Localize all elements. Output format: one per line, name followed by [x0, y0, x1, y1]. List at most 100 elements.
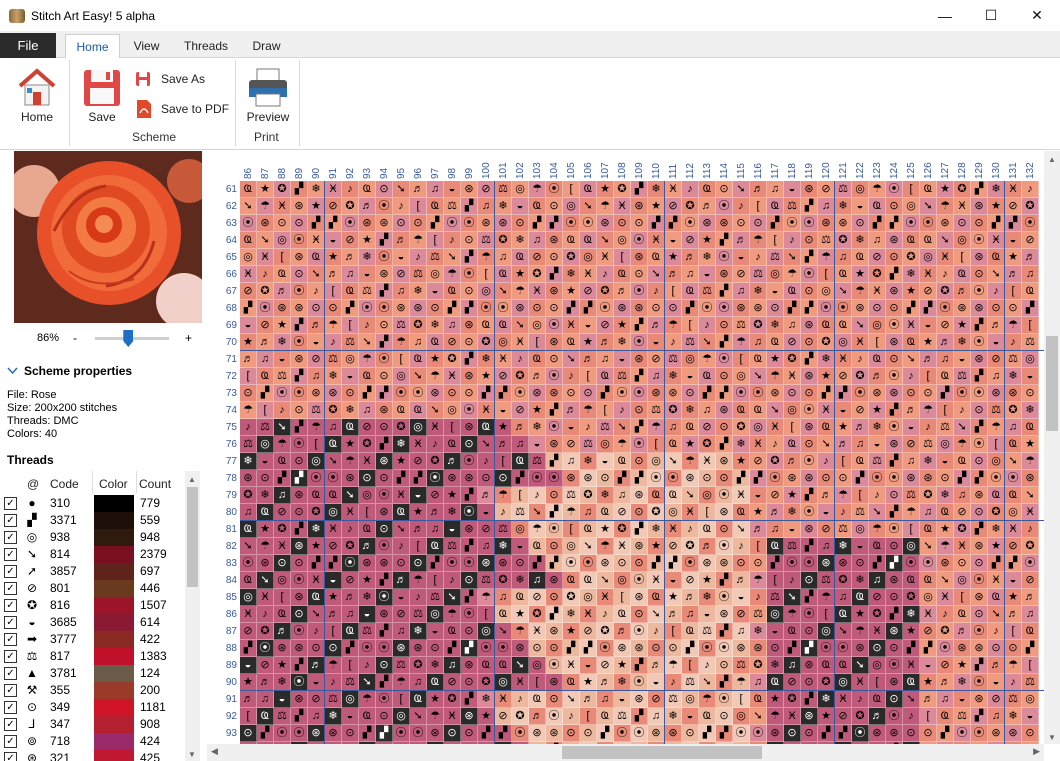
- stitch-cell[interactable]: ◒: [648, 674, 665, 691]
- stitch-cell[interactable]: ➘: [393, 181, 410, 198]
- stitch-cell[interactable]: ♬: [359, 538, 376, 555]
- stitch-cell[interactable]: [: [903, 181, 920, 198]
- stitch-cell[interactable]: ⦿: [682, 215, 699, 232]
- stitch-cell[interactable]: ♫: [869, 572, 886, 589]
- stitch-cell[interactable]: Ҩ: [308, 589, 325, 606]
- stitch-cell[interactable]: ⊙: [614, 215, 631, 232]
- stitch-cell[interactable]: ⚖: [359, 623, 376, 640]
- stitch-cell[interactable]: ⊙: [852, 555, 869, 572]
- stitch-cell[interactable]: ⊙: [954, 215, 971, 232]
- stitch-cell[interactable]: ⊛: [291, 691, 308, 708]
- stitch-cell[interactable]: ◒: [274, 691, 291, 708]
- stitch-cell[interactable]: ▞: [971, 419, 988, 436]
- stitch-cell[interactable]: ⦿: [665, 470, 682, 487]
- stitch-cell[interactable]: ⊘: [835, 368, 852, 385]
- stitch-cell[interactable]: ★: [903, 283, 920, 300]
- thread-row[interactable]: ✓ ⊛ 321 425: [0, 750, 185, 761]
- stitch-cell[interactable]: Ҩ: [563, 232, 580, 249]
- stitch-cell[interactable]: ⊛: [325, 725, 342, 742]
- stitch-cell[interactable]: ⊛: [461, 470, 478, 487]
- thread-row[interactable]: ✓ ● 310 779: [0, 495, 185, 512]
- stitch-cell[interactable]: ▞: [801, 691, 818, 708]
- stitch-cell[interactable]: ♫: [529, 232, 546, 249]
- stitch-cell[interactable]: Ӿ: [988, 232, 1005, 249]
- stitch-cell[interactable]: Ҩ: [274, 606, 291, 623]
- stitch-cell[interactable]: ☂: [699, 351, 716, 368]
- stitch-cell[interactable]: ⊛: [546, 674, 563, 691]
- stitch-cell[interactable]: ★: [920, 674, 937, 691]
- stitch-cell[interactable]: ⦿: [971, 572, 988, 589]
- stitch-cell[interactable]: ▞: [308, 215, 325, 232]
- stitch-cell[interactable]: ▞: [988, 215, 1005, 232]
- stitch-cell[interactable]: ✪: [563, 589, 580, 606]
- save-as-button[interactable]: Save As: [135, 70, 205, 88]
- stitch-cell[interactable]: ★: [274, 657, 291, 674]
- stitch-cell[interactable]: ⊙: [801, 572, 818, 589]
- stitch-cell[interactable]: ⚖: [750, 266, 767, 283]
- stitch-cell[interactable]: Ӿ: [920, 266, 937, 283]
- stitch-cell[interactable]: ❄: [818, 351, 835, 368]
- stitch-cell[interactable]: ⦿: [801, 606, 818, 623]
- stitch-cell[interactable]: ▞: [920, 300, 937, 317]
- stitch-cell[interactable]: ⊛: [308, 385, 325, 402]
- stitch-cell[interactable]: ⊛: [580, 470, 597, 487]
- stitch-cell[interactable]: ⊙: [478, 470, 495, 487]
- stitch-cell[interactable]: Ҩ: [648, 487, 665, 504]
- stitch-cell[interactable]: [: [512, 487, 529, 504]
- stitch-cell[interactable]: ⚖: [308, 402, 325, 419]
- stitch-cell[interactable]: ➘: [648, 266, 665, 283]
- file-menu[interactable]: File: [0, 33, 56, 58]
- stitch-cell[interactable]: ➘: [903, 691, 920, 708]
- stitch-cell[interactable]: Ҩ: [240, 232, 257, 249]
- stitch-cell[interactable]: ⦿: [410, 725, 427, 742]
- stitch-cell[interactable]: ♬: [665, 266, 682, 283]
- stitch-cell[interactable]: ⦿: [240, 215, 257, 232]
- stitch-cell[interactable]: ♬: [495, 436, 512, 453]
- stitch-cell[interactable]: ♪: [988, 283, 1005, 300]
- stitch-cell[interactable]: ♪: [257, 266, 274, 283]
- stitch-cell[interactable]: ⊙: [291, 215, 308, 232]
- stitch-cell[interactable]: ♫: [614, 487, 631, 504]
- stitch-cell[interactable]: Ҩ: [393, 402, 410, 419]
- stitch-cell[interactable]: ⚖: [563, 487, 580, 504]
- stitch-cell[interactable]: Ҩ: [257, 708, 274, 725]
- stitch-cell[interactable]: ▞: [971, 317, 988, 334]
- stitch-cell[interactable]: ⊛: [869, 725, 886, 742]
- stitch-cell[interactable]: ⚖: [682, 334, 699, 351]
- stitch-cell[interactable]: ◒: [920, 317, 937, 334]
- stitch-cell[interactable]: ▞: [1005, 215, 1022, 232]
- stitch-cell[interactable]: ✪: [580, 487, 597, 504]
- stitch-cell[interactable]: ♫: [682, 266, 699, 283]
- stitch-cell[interactable]: ♫: [393, 283, 410, 300]
- stitch-cell[interactable]: Ҩ: [784, 283, 801, 300]
- stitch-cell[interactable]: ▞: [801, 538, 818, 555]
- stitch-cell[interactable]: Ҩ: [733, 402, 750, 419]
- stitch-cell[interactable]: ➘: [427, 402, 444, 419]
- stitch-cell[interactable]: ⊙: [1022, 385, 1039, 402]
- stitch-cell[interactable]: ⚖: [835, 181, 852, 198]
- stitch-cell[interactable]: [: [818, 266, 835, 283]
- stitch-cell[interactable]: ⊛: [971, 351, 988, 368]
- stitch-cell[interactable]: ❄: [1005, 368, 1022, 385]
- stitch-cell[interactable]: ⦿: [614, 725, 631, 742]
- stitch-cell[interactable]: ◒: [1022, 368, 1039, 385]
- stitch-cell[interactable]: ⊛: [716, 453, 733, 470]
- stitch-cell[interactable]: ⦿: [546, 181, 563, 198]
- stitch-cell[interactable]: ✪: [512, 708, 529, 725]
- stitch-cell[interactable]: ★: [937, 521, 954, 538]
- thread-row[interactable]: ✓ ▞ 3371 559: [0, 512, 185, 529]
- stitch-cell[interactable]: ⊛: [291, 538, 308, 555]
- stitch-cell[interactable]: ⊘: [954, 504, 971, 521]
- stitch-cell[interactable]: Ӿ: [257, 249, 274, 266]
- stitch-cell[interactable]: ☂: [988, 419, 1005, 436]
- preview-print-button[interactable]: Preview: [244, 66, 292, 124]
- stitch-cell[interactable]: Ҩ: [818, 419, 835, 436]
- stitch-cell[interactable]: ▞: [478, 725, 495, 742]
- stitch-cell[interactable]: ★: [342, 436, 359, 453]
- stitch-cell[interactable]: ⦿: [699, 640, 716, 657]
- stitch-cell[interactable]: ➘: [648, 606, 665, 623]
- stitch-cell[interactable]: ➘: [750, 368, 767, 385]
- stitch-cell[interactable]: ➘: [512, 317, 529, 334]
- stitch-cell[interactable]: ▞: [529, 215, 546, 232]
- stitch-cell[interactable]: ▞: [716, 674, 733, 691]
